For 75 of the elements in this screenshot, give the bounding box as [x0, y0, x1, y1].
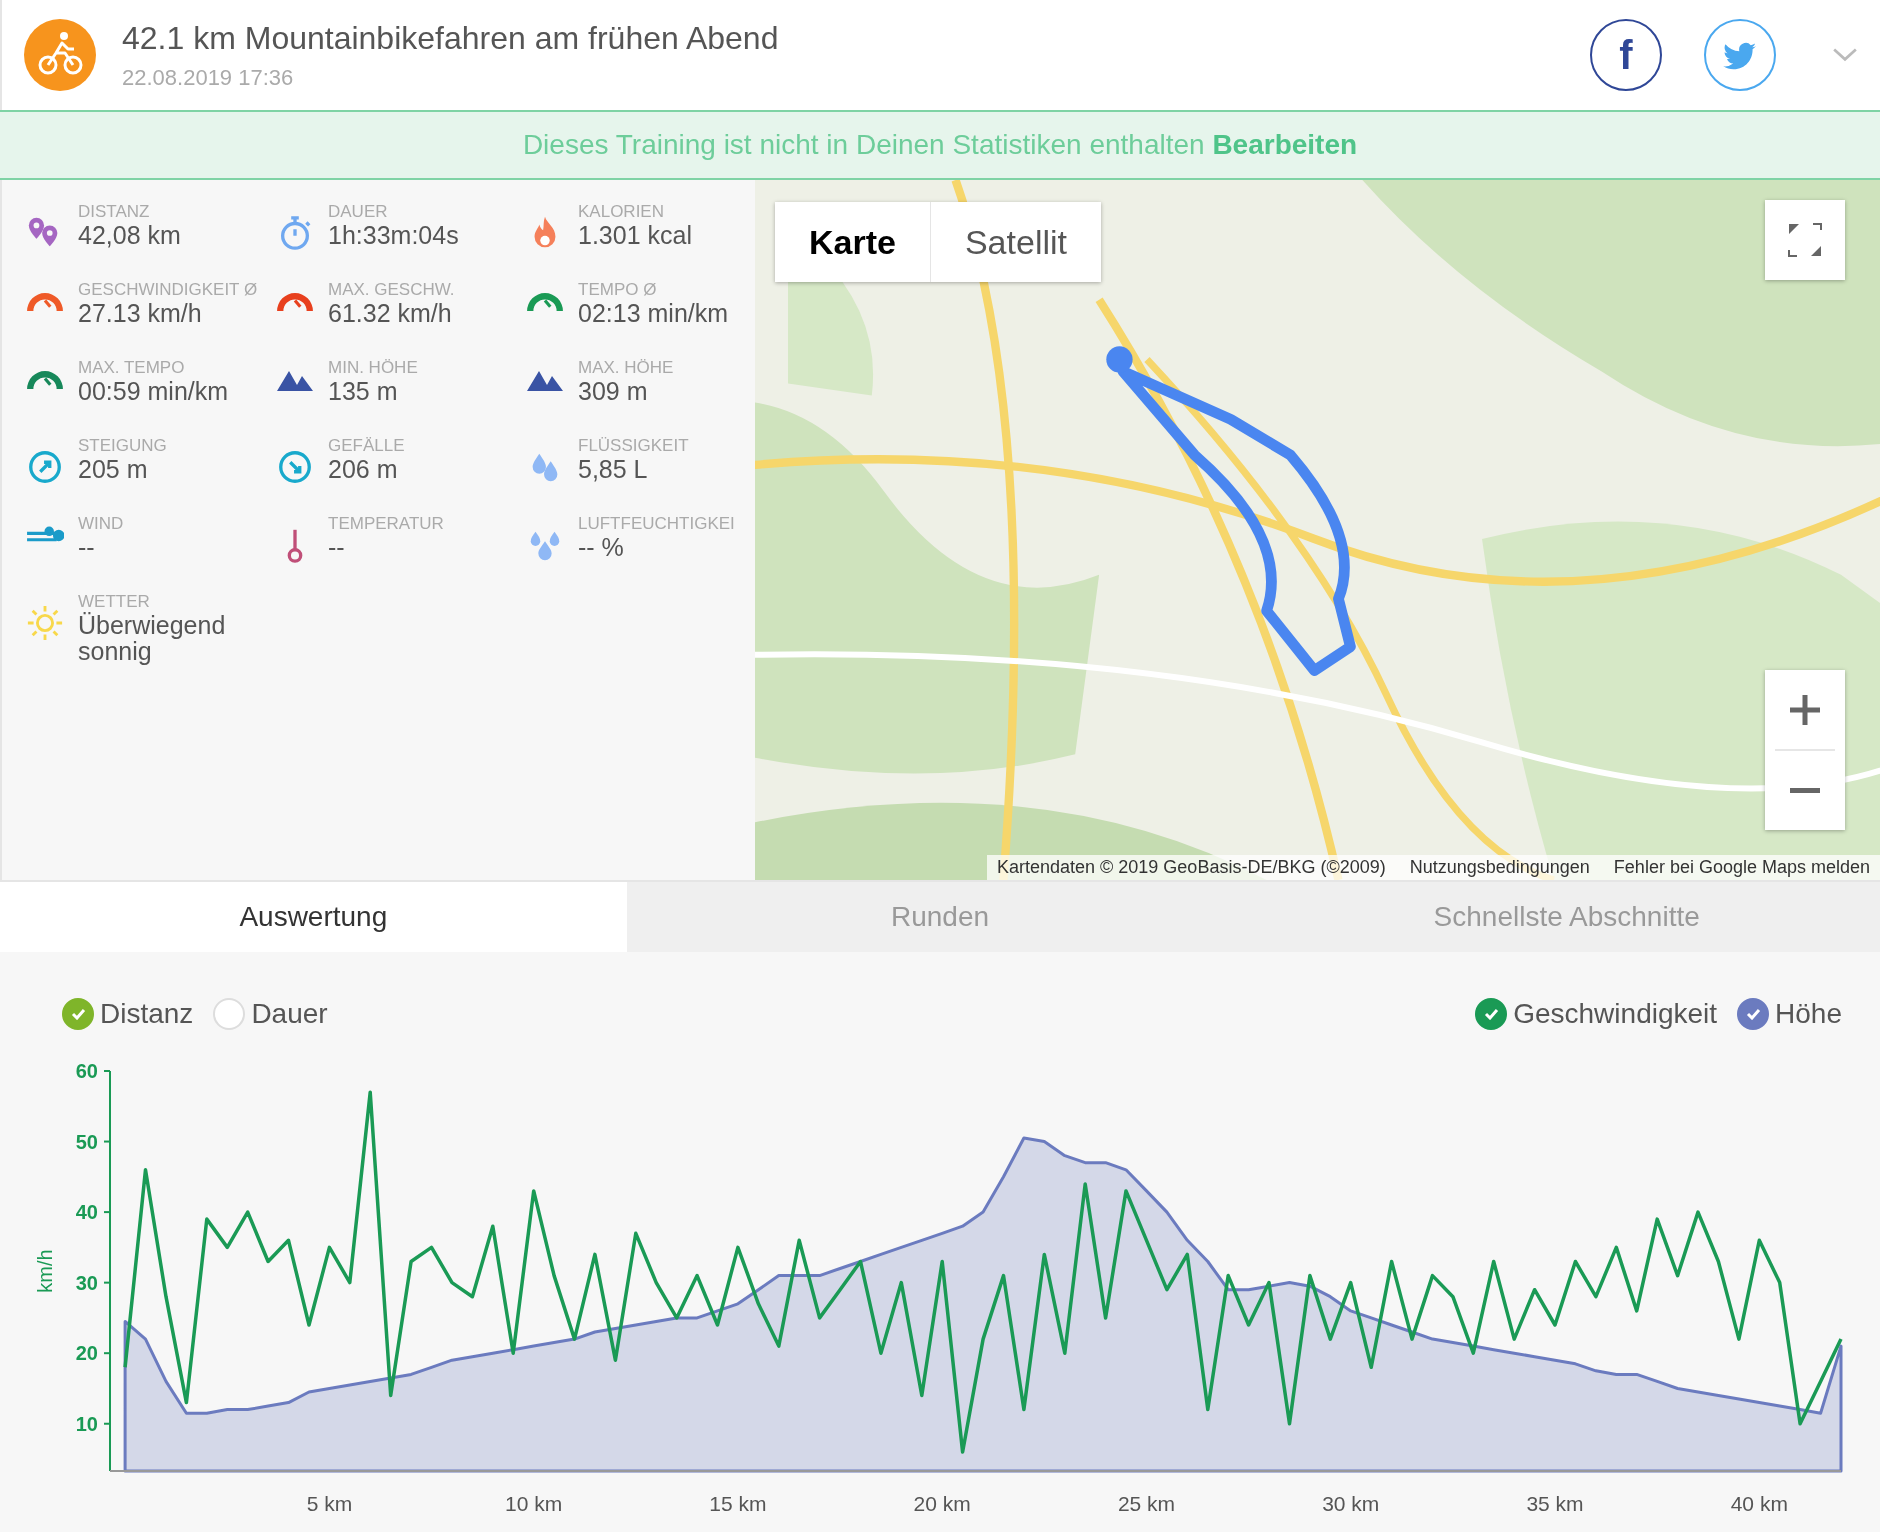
stat-label: MAX. GESCHW. — [328, 280, 455, 300]
stat-value: 205 m — [78, 456, 149, 483]
map-copyright: Kartendaten © 2019 GeoBasis-DE/BKG (©2009) — [996, 857, 1386, 878]
x-tick-label: 35 km — [1526, 1492, 1584, 1515]
checkmark-icon — [70, 1008, 86, 1020]
stat-value: 1h:33m:04s — [328, 222, 459, 249]
stat-value: Überwiegend sonnig — [78, 612, 227, 665]
x-tick-label: 20 km — [913, 1492, 971, 1515]
stat-label: LUFTFEUCHTIGKEI — [578, 514, 735, 534]
series-label[interactable]: Geschwindigkeit — [1513, 998, 1718, 1030]
stat-label: MAX. TEMPO — [78, 358, 186, 378]
stat-label: GEFÄLLE — [328, 436, 405, 456]
x-tick-label: 25 km — [1117, 1492, 1176, 1515]
stat-label: FLÜSSIGKEIT — [578, 436, 689, 456]
stat-label: WIND — [78, 514, 124, 534]
x-tick-label: 15 km — [709, 1492, 767, 1515]
y-tick-label: 60 — [75, 1060, 98, 1082]
stat-value: -- — [78, 534, 96, 561]
stat-value: 309 m — [578, 378, 649, 405]
chevron-down-icon[interactable] — [1832, 47, 1858, 63]
activity-date: 22.08.2019 17:36 — [122, 64, 295, 91]
map-link[interactable]: Nutzungsbedingungen — [1409, 857, 1590, 878]
stat-value: 42,08 km — [78, 222, 181, 249]
facebook-share-button[interactable]: f — [1590, 19, 1662, 91]
stat-label: DISTANZ — [78, 202, 151, 222]
stat-value: 27.13 km/h — [78, 300, 203, 327]
stat-value: 61.32 km/h — [328, 300, 453, 327]
fullscreen-button[interactable] — [1765, 200, 1845, 280]
stat-value: 5,85 L — [578, 456, 649, 483]
zoom-in-button[interactable] — [1765, 670, 1845, 749]
series-label[interactable]: Höhe — [1775, 998, 1842, 1030]
stat-value: 00:59 min/km — [78, 378, 229, 405]
stat-label: TEMPO Ø — [578, 280, 658, 300]
y-tick-label: 50 — [75, 1130, 98, 1153]
stat-value: -- — [328, 534, 346, 561]
bird-icon — [1723, 40, 1757, 70]
x-tick-label: 30 km — [1322, 1492, 1380, 1515]
x-tick-label: 40 km — [1730, 1492, 1788, 1515]
stat-value: 135 m — [328, 378, 399, 405]
map-type-tab[interactable]: Satellit — [930, 202, 1101, 282]
stat-label: KALORIEN — [578, 202, 665, 222]
checkmark-icon — [1483, 1008, 1499, 1020]
cycling-icon — [24, 19, 96, 91]
series-checkbox[interactable] — [1737, 998, 1770, 1030]
x-tick-label: 5 km — [306, 1492, 353, 1515]
radio-label[interactable]: Dauer — [251, 998, 328, 1030]
checkmark-icon — [1745, 1008, 1761, 1020]
fullscreen-icon — [1788, 223, 1822, 257]
stat-label: MIN. HÖHE — [328, 358, 418, 378]
stat-value: 206 m — [328, 456, 399, 483]
y-tick-label: 40 — [75, 1201, 98, 1224]
stat-label: TEMPERATUR — [328, 514, 444, 534]
map-link[interactable]: Fehler bei Google Maps melden — [1613, 857, 1870, 878]
x-tick-label: 10 km — [505, 1492, 563, 1515]
y-tick-label: 20 — [75, 1342, 98, 1365]
activity-title: 42.1 km Mountainbikefahren am frühen Abend — [122, 19, 780, 57]
zoom-out-button[interactable] — [1765, 751, 1845, 830]
stat-value: 1.301 kcal — [578, 222, 692, 249]
plus-icon — [1790, 694, 1820, 725]
y-tick-label: 10 — [75, 1412, 98, 1435]
radio-label[interactable]: Distanz — [100, 998, 194, 1030]
map-type-tab[interactable]: Karte — [775, 202, 931, 282]
stat-label: GESCHWINDIGKEIT Ø — [78, 280, 258, 300]
series-checkbox[interactable] — [1475, 998, 1508, 1030]
stat-label: STEIGUNG — [78, 436, 167, 456]
stat-label: DAUER — [328, 202, 389, 222]
radio-button[interactable] — [62, 998, 94, 1030]
banner-text: Dieses Training ist nicht in Deinen Statistiken enthalten Bearbeiten — [522, 129, 1358, 161]
stat-value: 02:13 min/km — [578, 300, 729, 327]
minus-icon — [1790, 788, 1820, 793]
stat-label: WETTER — [78, 592, 151, 612]
stat-label: MAX. HÖHE — [578, 358, 674, 378]
stat-value: -- % — [578, 534, 625, 561]
y-tick-label: 30 — [75, 1271, 98, 1294]
y-axis-title: km/h — [34, 1249, 56, 1293]
